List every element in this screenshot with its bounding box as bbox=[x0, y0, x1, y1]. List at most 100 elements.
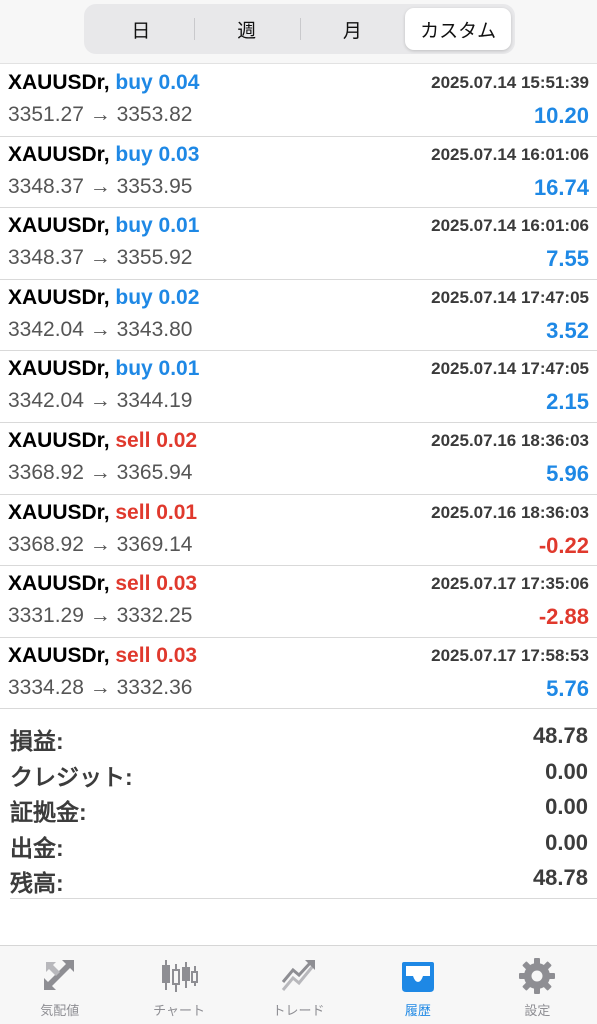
trade-title: XAUUSDr, buy 0.03 bbox=[8, 143, 199, 167]
trade-title: XAUUSDr, sell 0.01 bbox=[8, 501, 197, 525]
history-icon bbox=[396, 954, 440, 998]
trade-time: 2025.07.14 17:47:05 bbox=[431, 287, 589, 307]
summary-label: 出金: bbox=[10, 834, 64, 861]
trade-symbol: XAUUSDr, bbox=[8, 71, 110, 94]
trade-profit: -0.22 bbox=[538, 532, 589, 558]
chart-icon bbox=[157, 954, 201, 998]
trade-profit: 10.20 bbox=[533, 103, 589, 128]
trade-title: XAUUSDr, buy 0.02 bbox=[8, 286, 199, 310]
trade-side: sell 0.02 bbox=[115, 428, 198, 452]
trade-profit: 16.74 bbox=[533, 174, 589, 200]
trade-prices: 3342.04 → 3343.80 bbox=[8, 317, 193, 341]
trade-time: 2025.07.17 17:35:06 bbox=[431, 574, 589, 594]
trade-symbol: XAUUSDr, bbox=[8, 428, 110, 452]
summary-value: 0.00 bbox=[545, 758, 588, 784]
trade-title: XAUUSDr, sell 0.03 bbox=[8, 644, 197, 668]
summary-row-credit: クレジット: 0.00 bbox=[0, 756, 597, 792]
trade-row[interactable]: XAUUSDr, sell 0.03 2025.07.17 17:58:53 3… bbox=[0, 638, 597, 710]
trade-side: sell 0.03 bbox=[115, 643, 198, 667]
bottom-tab-bar: 気配値 チャート トレード 履歴 設定 bbox=[0, 945, 597, 1024]
trade-time: 2025.07.14 15:51:39 bbox=[431, 73, 589, 92]
trade-symbol: XAUUSDr, bbox=[8, 500, 110, 524]
trade-time: 2025.07.14 17:47:05 bbox=[431, 359, 589, 379]
trade-profit: -2.88 bbox=[538, 604, 589, 630]
summary-value: 48.78 bbox=[532, 865, 588, 890]
trade-prices: 3342.04 → 3344.19 bbox=[8, 389, 193, 413]
trade-icon bbox=[277, 954, 321, 998]
tab-quotes[interactable]: 気配値 bbox=[0, 946, 119, 1024]
trade-profit: 7.55 bbox=[546, 246, 589, 272]
trade-symbol: XAUUSDr, bbox=[8, 142, 110, 166]
trade-time: 2025.07.16 18:36:03 bbox=[431, 430, 589, 450]
summary-value: 0.00 bbox=[545, 829, 588, 855]
summary-row-balance: 残高: 48.78 bbox=[0, 862, 597, 898]
trade-side: buy 0.01 bbox=[115, 214, 200, 238]
trade-row[interactable]: XAUUSDr, sell 0.02 2025.07.16 18:36:03 3… bbox=[0, 423, 597, 495]
trade-prices: 3334.28 → 3332.36 bbox=[8, 675, 193, 699]
summary-label: 損益: bbox=[10, 728, 64, 754]
tab-trade[interactable]: トレード bbox=[239, 946, 358, 1024]
trade-profit: 2.15 bbox=[546, 389, 589, 415]
trade-prices: 3351.27 → 3353.82 bbox=[8, 103, 193, 126]
trade-prices: 3348.37 → 3353.95 bbox=[8, 174, 193, 198]
period-tab-month[interactable]: 月 bbox=[299, 8, 406, 50]
trade-side: buy 0.04 bbox=[115, 71, 200, 94]
trade-symbol: XAUUSDr, bbox=[8, 572, 110, 596]
trade-row[interactable]: XAUUSDr, sell 0.03 2025.07.17 17:35:06 3… bbox=[0, 566, 597, 638]
trade-symbol: XAUUSDr, bbox=[8, 214, 110, 238]
trade-prices: 3331.29 → 3332.25 bbox=[8, 604, 193, 628]
trade-time: 2025.07.14 16:01:06 bbox=[431, 216, 589, 236]
summary-value: 48.78 bbox=[532, 723, 588, 748]
trade-time: 2025.07.17 17:58:53 bbox=[431, 645, 589, 665]
trade-symbol: XAUUSDr, bbox=[8, 643, 110, 667]
top-bar: 日 週 月 カスタム bbox=[0, 0, 597, 64]
trade-side: sell 0.01 bbox=[115, 500, 198, 524]
trade-prices: 3368.92 → 3365.94 bbox=[8, 460, 193, 484]
tab-label: 履歴 bbox=[404, 1003, 431, 1018]
trade-side: buy 0.01 bbox=[115, 357, 200, 381]
trade-row[interactable]: XAUUSDr, buy 0.04 2025.07.14 15:51:39 33… bbox=[0, 65, 597, 137]
summary-row-profit: 損益: 48.78 bbox=[0, 720, 597, 756]
period-tab-custom[interactable]: カスタム bbox=[405, 8, 511, 50]
trade-title: XAUUSDr, buy 0.01 bbox=[8, 214, 199, 238]
trade-row[interactable]: XAUUSDr, sell 0.01 2025.07.16 18:36:03 3… bbox=[0, 495, 597, 567]
trade-symbol: XAUUSDr, bbox=[8, 285, 110, 309]
trade-row[interactable]: XAUUSDr, buy 0.02 2025.07.14 17:47:05 33… bbox=[0, 280, 597, 352]
summary-row-deposit: 証拠金: 0.00 bbox=[0, 791, 597, 827]
trade-side: buy 0.02 bbox=[115, 285, 200, 309]
tab-label: トレード bbox=[272, 1003, 325, 1018]
trade-profit: 5.76 bbox=[546, 675, 589, 701]
trade-title: XAUUSDr, sell 0.02 bbox=[8, 429, 197, 453]
divider bbox=[10, 898, 597, 899]
trade-profit: 5.96 bbox=[546, 460, 589, 486]
tab-label: チャート bbox=[153, 1003, 206, 1018]
trade-row[interactable]: XAUUSDr, buy 0.01 2025.07.14 17:47:05 33… bbox=[0, 351, 597, 423]
tab-settings[interactable]: 設定 bbox=[478, 946, 597, 1024]
quotes-icon bbox=[38, 954, 82, 998]
period-selector: 日 週 月 カスタム bbox=[84, 4, 515, 54]
trade-history-list: XAUUSDr, buy 0.04 2025.07.14 15:51:39 33… bbox=[0, 65, 597, 710]
trade-row[interactable]: XAUUSDr, buy 0.01 2025.07.14 16:01:06 33… bbox=[0, 208, 597, 280]
trade-prices: 3348.37 → 3355.92 bbox=[8, 246, 193, 270]
trade-side: buy 0.03 bbox=[115, 142, 200, 166]
tab-chart[interactable]: チャート bbox=[119, 946, 238, 1024]
trade-time: 2025.07.16 18:36:03 bbox=[431, 502, 589, 522]
summary-row-withdrawal: 出金: 0.00 bbox=[0, 827, 597, 863]
tab-history[interactable]: 履歴 bbox=[358, 946, 477, 1024]
tab-label: 設定 bbox=[524, 1003, 551, 1018]
summary-label: 証拠金: bbox=[10, 799, 87, 825]
trade-profit: 3.52 bbox=[546, 317, 589, 343]
summary-value: 0.00 bbox=[545, 794, 588, 819]
trade-symbol: XAUUSDr, bbox=[8, 357, 110, 381]
account-summary: 損益: 48.78 クレジット: 0.00 証拠金: 0.00 出金: 0.00… bbox=[0, 720, 597, 898]
settings-icon bbox=[515, 954, 559, 998]
trade-row[interactable]: XAUUSDr, buy 0.03 2025.07.14 16:01:06 33… bbox=[0, 137, 597, 209]
trade-side: sell 0.03 bbox=[115, 572, 198, 596]
summary-label: クレジット: bbox=[10, 763, 133, 790]
period-tab-day[interactable]: 日 bbox=[88, 8, 194, 50]
trade-title: XAUUSDr, buy 0.04 bbox=[8, 71, 199, 95]
period-tab-week[interactable]: 週 bbox=[193, 8, 300, 50]
trade-title: XAUUSDr, buy 0.01 bbox=[8, 357, 199, 381]
trade-title: XAUUSDr, sell 0.03 bbox=[8, 572, 197, 596]
tab-label: 気配値 bbox=[40, 1003, 80, 1018]
